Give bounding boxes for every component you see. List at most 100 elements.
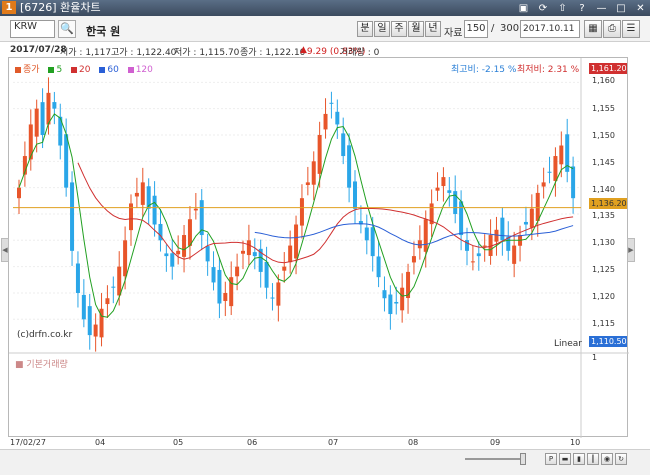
print-icon[interactable]: ⎙: [603, 20, 621, 38]
lock-icon[interactable]: ▣: [517, 2, 530, 15]
period-p-button[interactable]: P: [545, 453, 557, 465]
title-bar: 1 [6726] 환율차트 ▣ ⟳ ⇧ ? — □ ✕: [0, 0, 650, 16]
minimize-icon[interactable]: —: [595, 2, 608, 15]
period-year-button[interactable]: 년: [425, 21, 441, 37]
candle-type-button[interactable]: ▮: [573, 453, 585, 465]
candle-body: [93, 324, 98, 337]
x-tick: 17/02/27: [10, 438, 46, 447]
candle-body: [170, 253, 175, 267]
candle-body: [211, 267, 216, 283]
candle-body: [523, 221, 528, 225]
symbol-name: 한국 원: [86, 25, 121, 38]
candle-body: [299, 198, 304, 226]
zoom-slider-track[interactable]: [465, 458, 525, 460]
period-buttons: 분일주월년: [357, 21, 442, 37]
legend-swatch: [127, 66, 134, 73]
end-date-input[interactable]: 2017.10.11: [520, 20, 580, 38]
candle-body: [423, 219, 428, 252]
candle-body: [447, 190, 452, 193]
period-week-button[interactable]: 주: [391, 21, 407, 37]
y-tick: 1,125: [592, 265, 615, 274]
candle-body: [541, 182, 546, 187]
legend-item-close[interactable]: 종가: [15, 62, 40, 75]
candle-body: [217, 269, 222, 304]
candle-body: [276, 282, 281, 306]
link-icon[interactable]: ⇧: [556, 2, 569, 15]
legend-item-ma5[interactable]: 5: [48, 65, 62, 75]
candle-body: [382, 290, 387, 299]
candle-body: [335, 111, 340, 125]
x-tick: 10: [570, 438, 581, 447]
scroll-right-handle[interactable]: ▶: [627, 238, 635, 262]
period-month-button[interactable]: 월: [408, 21, 424, 37]
data-count-input[interactable]: 150: [464, 20, 488, 38]
chart-settings-icon[interactable]: ☰: [622, 20, 640, 38]
volume-tick: 1: [592, 353, 598, 362]
candle-body: [494, 229, 499, 242]
chart-area[interactable]: 종가 5 20 60 120 최고비: -2.15 % 최저비: 2.31 % …: [1, 57, 635, 438]
legend-swatch: [48, 66, 55, 73]
search-icon[interactable]: 🔍: [58, 20, 76, 38]
data-total: 300: [500, 23, 520, 34]
candle-body: [193, 208, 198, 211]
candle-body: [164, 253, 169, 257]
candle-body: [152, 195, 157, 225]
high-ratio: 최고비: -2.15 %: [451, 65, 517, 75]
candle-body: [376, 256, 381, 278]
candle-body: [482, 245, 487, 247]
candle-body: [529, 208, 534, 228]
price-chart[interactable]: [9, 58, 629, 438]
watermark: (c)drfn.co.kr: [17, 330, 73, 340]
candle-body: [411, 256, 416, 263]
zoom-slider-thumb[interactable]: [520, 453, 526, 465]
bar-type-button[interactable]: ┃: [587, 453, 599, 465]
candle-body: [535, 192, 540, 221]
candle-body: [270, 297, 275, 299]
candle-body: [87, 306, 92, 336]
y-tick: 1,120: [592, 292, 615, 301]
indicator-icon[interactable]: ◉: [601, 453, 613, 465]
x-tick: 05: [173, 438, 184, 447]
last-price-box: 1,136.20: [589, 198, 627, 209]
calendar-icon[interactable]: ▦: [584, 20, 602, 38]
line-type-button[interactable]: ▬: [559, 453, 571, 465]
candle-body: [341, 133, 346, 157]
x-tick: 04: [95, 438, 106, 447]
y-tick: 1,115: [592, 319, 615, 328]
y-tick: 1,160: [592, 76, 615, 85]
reset-icon[interactable]: ↻: [615, 453, 627, 465]
candle-body: [317, 134, 322, 174]
candle-body: [223, 292, 228, 302]
low-ratio: 최저비: 2.31 %: [517, 65, 580, 75]
close-icon[interactable]: ✕: [634, 2, 647, 15]
x-axis: 17/02/27 04 05 06 07 08 09 10: [8, 437, 628, 449]
period-day-button[interactable]: 일: [374, 21, 390, 37]
symbol-code-input[interactable]: KRW: [10, 20, 55, 38]
period-minute-button[interactable]: 분: [357, 21, 373, 37]
candle-body: [40, 102, 45, 135]
candle-body: [17, 187, 21, 199]
pin-icon[interactable]: ⟳: [537, 2, 550, 15]
legend-swatch: [15, 66, 21, 73]
candle-body: [294, 224, 299, 259]
maximize-icon[interactable]: □: [615, 2, 628, 15]
window-title: [6726] 환율차트: [20, 1, 101, 14]
scale-mode[interactable]: Linear: [554, 339, 582, 349]
legend-item-ma120[interactable]: 120: [127, 65, 153, 75]
screen-name: 환율차트: [60, 1, 101, 14]
candle-body: [140, 182, 145, 205]
legend-item-ma60[interactable]: 60: [99, 65, 119, 75]
candle-body: [246, 240, 251, 256]
candle-body: [70, 182, 75, 251]
candle-body: [282, 266, 287, 271]
y-tick: 1,145: [592, 158, 615, 167]
help-icon[interactable]: ?: [576, 2, 589, 15]
legend-item-ma20[interactable]: 20: [71, 65, 91, 75]
candle-body: [123, 240, 128, 277]
candle-body: [553, 156, 558, 181]
candle-body: [52, 102, 57, 109]
scroll-left-handle[interactable]: ◀: [1, 238, 9, 262]
candle-body: [176, 250, 181, 255]
candle-body: [311, 161, 316, 185]
candle-body: [305, 182, 310, 186]
